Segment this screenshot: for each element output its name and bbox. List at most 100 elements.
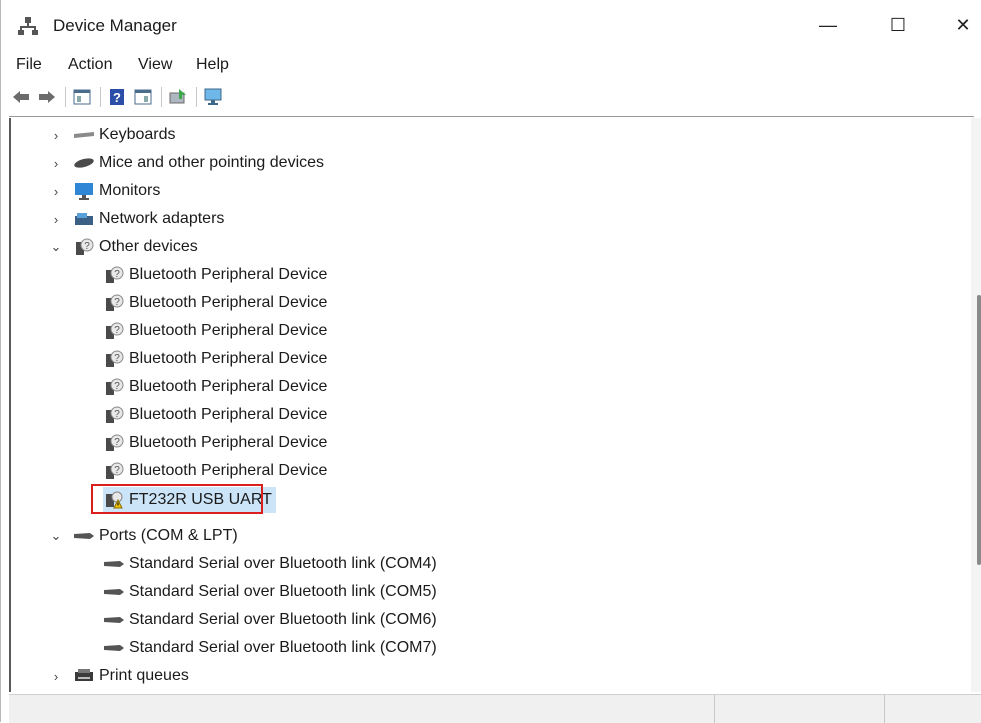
port-icon — [103, 611, 125, 629]
status-divider — [714, 695, 715, 723]
tree-item-label: Bluetooth Peripheral Device — [129, 462, 328, 479]
scrollbar-thumb[interactable] — [977, 295, 981, 565]
chevron-down-icon[interactable]: ⌄ — [49, 528, 63, 543]
svg-text:?: ? — [114, 409, 120, 420]
tree-item-mice[interactable]: › Mice and other pointing devices — [49, 150, 324, 176]
tree-item-bluetooth-peripheral[interactable]: ? Bluetooth Peripheral Device — [103, 290, 327, 316]
menu-view[interactable]: View — [138, 56, 172, 74]
mouse-icon — [73, 154, 95, 172]
tree-item-label: Other devices — [99, 238, 198, 255]
port-icon — [103, 555, 125, 573]
svg-text:?: ? — [114, 325, 120, 336]
toolbar-separator — [65, 87, 66, 107]
chevron-right-icon[interactable]: › — [49, 212, 63, 227]
chevron-right-icon[interactable]: › — [49, 156, 63, 171]
tree-item-bluetooth-peripheral[interactable]: ? Bluetooth Peripheral Device — [103, 458, 327, 484]
tree-item-label: Network adapters — [99, 210, 225, 227]
tree-item-serial-port[interactable]: Standard Serial over Bluetooth link (COM… — [103, 607, 437, 633]
tree-item-label: Ports (COM & LPT) — [99, 527, 238, 544]
port-icon — [73, 527, 95, 545]
window-title: Device Manager — [53, 16, 177, 35]
menu-bar: File Action View Help — [1, 52, 981, 78]
unknown-device-icon: ? — [103, 378, 125, 396]
tree-item-serial-port[interactable]: Standard Serial over Bluetooth link (COM… — [103, 635, 437, 661]
svg-text:?: ? — [114, 465, 120, 476]
menu-action[interactable]: Action — [68, 56, 112, 74]
tree-item-serial-port[interactable]: Standard Serial over Bluetooth link (COM… — [103, 551, 437, 577]
tree-item-bluetooth-peripheral[interactable]: ? Bluetooth Peripheral Device — [103, 346, 327, 372]
forward-icon[interactable] — [35, 86, 59, 108]
unknown-device-icon: ? — [103, 294, 125, 312]
chevron-right-icon[interactable]: › — [49, 128, 63, 143]
svg-text:?: ? — [114, 381, 120, 392]
svg-text:?: ? — [114, 353, 120, 364]
port-icon — [103, 639, 125, 657]
minimize-button[interactable]: — — [803, 0, 853, 50]
device-manager-icon — [18, 17, 38, 35]
unknown-device-icon: ? — [103, 266, 125, 284]
tree-item-monitors[interactable]: › Monitors — [49, 178, 160, 204]
unknown-device-icon: ? — [103, 322, 125, 340]
svg-text:?: ? — [114, 269, 120, 280]
help-icon[interactable]: ? — [105, 86, 129, 108]
properties-pane-icon[interactable] — [70, 86, 94, 108]
tree-item-label: Standard Serial over Bluetooth link (COM… — [129, 611, 437, 628]
tree-item-serial-port[interactable]: Standard Serial over Bluetooth link (COM… — [103, 579, 437, 605]
network-adapter-icon — [73, 210, 95, 228]
tree-item-keyboards[interactable]: › Keyboards — [49, 122, 176, 148]
unknown-device-icon: ? — [103, 434, 125, 452]
toolbar-separator — [196, 87, 197, 107]
tree-item-label: Keyboards — [99, 126, 176, 143]
back-icon[interactable] — [9, 86, 33, 108]
maximize-button[interactable]: ☐ — [873, 0, 923, 50]
svg-text:?: ? — [114, 297, 120, 308]
tree-item-bluetooth-peripheral[interactable]: ? Bluetooth Peripheral Device — [103, 262, 327, 288]
title-bar[interactable]: Device Manager — ☐ ✕ — [1, 0, 981, 50]
chevron-right-icon[interactable]: › — [49, 669, 63, 684]
highlight-box — [91, 484, 263, 514]
status-divider — [884, 695, 885, 723]
tree-item-label: Bluetooth Peripheral Device — [129, 434, 328, 451]
tree-item-label: Bluetooth Peripheral Device — [129, 266, 328, 283]
tree-item-other-devices[interactable]: ⌄ ? Other devices — [49, 234, 198, 260]
monitor-scan-icon[interactable] — [201, 86, 225, 108]
svg-text:?: ? — [84, 241, 90, 252]
keyboard-icon — [73, 126, 95, 144]
tree-item-label: Standard Serial over Bluetooth link (COM… — [129, 639, 437, 656]
action-pane-icon[interactable] — [131, 86, 155, 108]
unknown-device-icon: ? — [73, 238, 95, 256]
tree-item-bluetooth-peripheral[interactable]: ? Bluetooth Peripheral Device — [103, 318, 327, 344]
port-icon — [103, 583, 125, 601]
tree-item-network-adapters[interactable]: › Network adapters — [49, 206, 225, 232]
status-bar — [9, 694, 981, 723]
tree-item-label: Print queues — [99, 667, 189, 684]
update-driver-icon[interactable] — [166, 86, 190, 108]
tree-item-label: Bluetooth Peripheral Device — [129, 350, 328, 367]
tree-item-label: Bluetooth Peripheral Device — [129, 378, 328, 395]
svg-text:?: ? — [113, 90, 121, 105]
tree-item-print-queues[interactable]: › Print queues — [49, 663, 189, 689]
chevron-down-icon[interactable]: ⌄ — [49, 239, 63, 254]
menu-help[interactable]: Help — [196, 56, 229, 74]
tree-item-label: Standard Serial over Bluetooth link (COM… — [129, 583, 437, 600]
toolbar-divider — [9, 116, 974, 117]
tree-item-label: Bluetooth Peripheral Device — [129, 294, 328, 311]
tree-item-bluetooth-peripheral[interactable]: ? Bluetooth Peripheral Device — [103, 402, 327, 428]
tree-item-bluetooth-peripheral[interactable]: ? Bluetooth Peripheral Device — [103, 430, 327, 456]
tree-item-label: Bluetooth Peripheral Device — [129, 322, 328, 339]
device-manager-window: Device Manager — ☐ ✕ File Action View He… — [0, 0, 981, 723]
tree-item-label: Mice and other pointing devices — [99, 154, 325, 171]
svg-text:?: ? — [114, 437, 120, 448]
toolbar-separator — [100, 87, 101, 107]
tree-item-ports[interactable]: ⌄ Ports (COM & LPT) — [49, 523, 238, 549]
unknown-device-icon: ? — [103, 406, 125, 424]
tree-item-bluetooth-peripheral[interactable]: ? Bluetooth Peripheral Device — [103, 374, 327, 400]
tree-item-label: Bluetooth Peripheral Device — [129, 406, 328, 423]
chevron-right-icon[interactable]: › — [49, 184, 63, 199]
toolbar: ? — [9, 84, 969, 110]
close-button[interactable]: ✕ — [938, 0, 981, 50]
menu-file[interactable]: File — [16, 56, 42, 74]
device-tree[interactable]: › Keyboards › Mice and other pointing de… — [9, 118, 973, 692]
monitor-icon — [73, 182, 95, 200]
tree-item-label: Monitors — [99, 182, 161, 199]
